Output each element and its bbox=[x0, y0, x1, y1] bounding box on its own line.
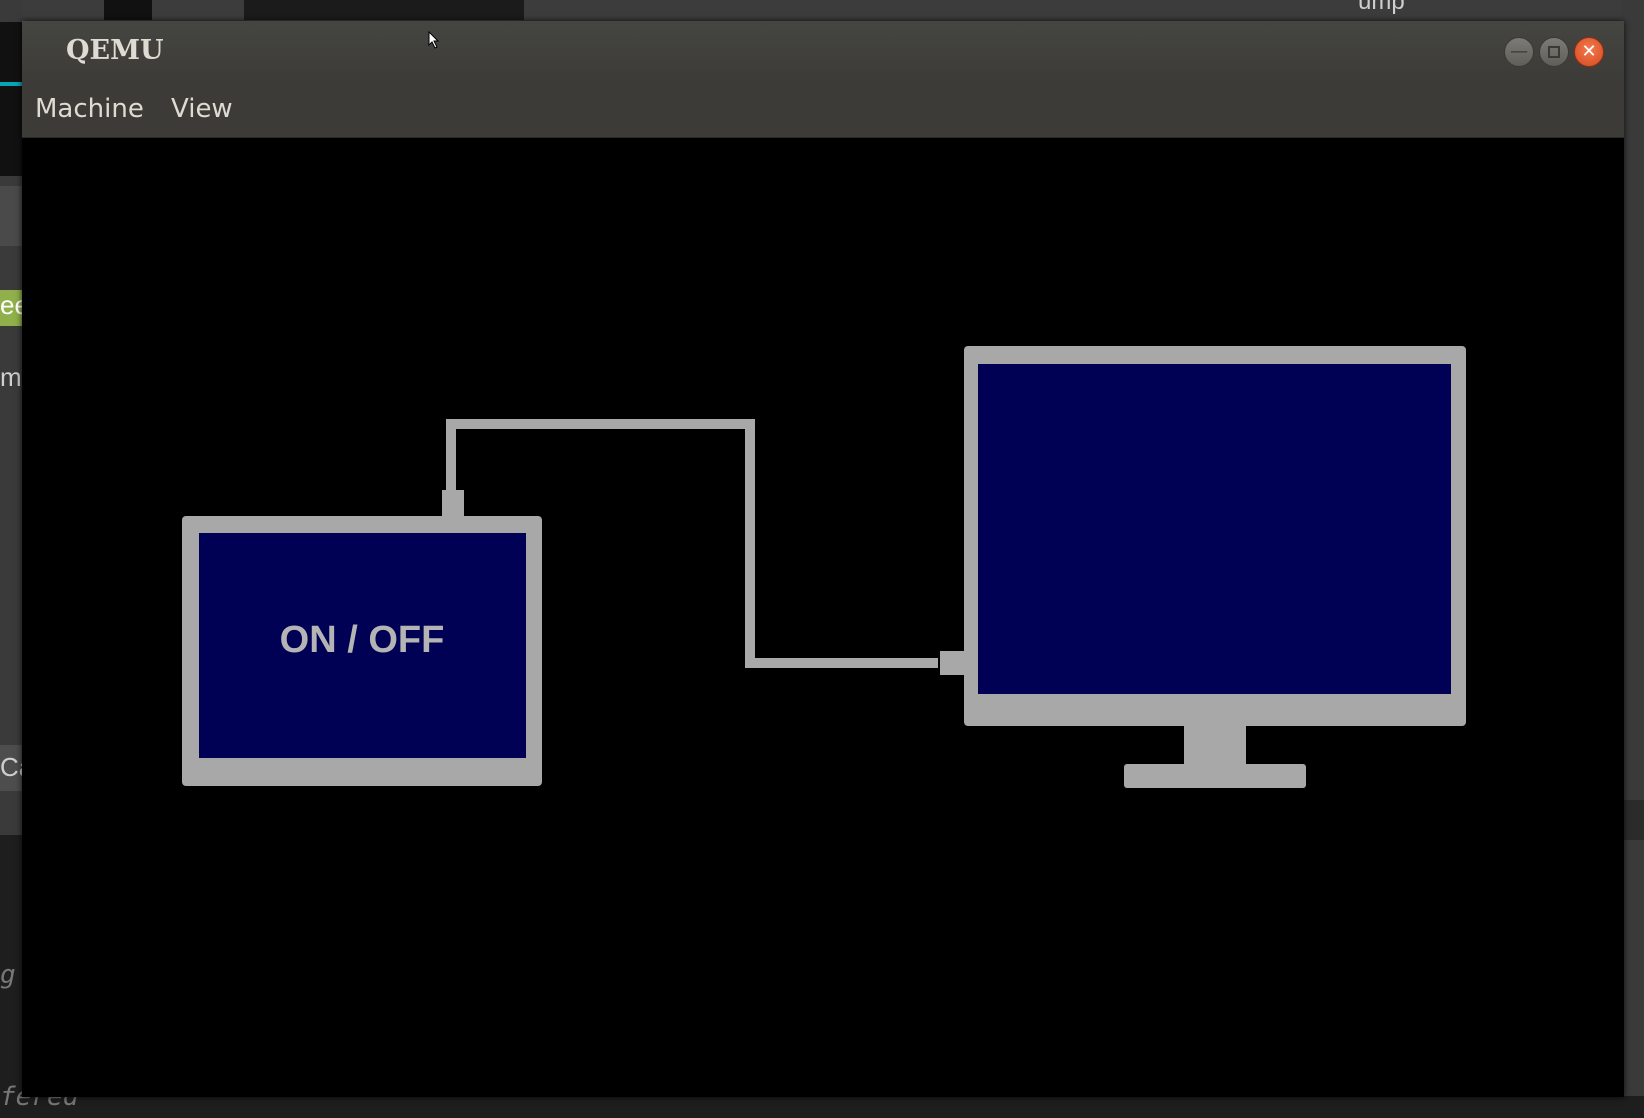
menu-machine[interactable]: Machine bbox=[35, 94, 144, 124]
background-strip bbox=[0, 86, 22, 176]
qemu-window: QEMU — ✕ Machine View ON / OFF bbox=[22, 21, 1624, 1097]
window-title: QEMU bbox=[66, 35, 164, 66]
background-top-bar: ump bbox=[0, 0, 1644, 22]
background-strip bbox=[0, 22, 22, 82]
maximize-icon bbox=[1548, 46, 1560, 58]
background-bottom-strip: fered bbox=[0, 1082, 1644, 1118]
background-panel bbox=[244, 0, 524, 20]
menu-view[interactable]: View bbox=[171, 94, 233, 124]
background-strip bbox=[1622, 0, 1644, 800]
background-icon bbox=[104, 0, 152, 20]
background-text-fragment: ump bbox=[1358, 0, 1405, 15]
monitor-base bbox=[1124, 764, 1306, 788]
minimize-button[interactable]: — bbox=[1504, 37, 1534, 67]
vm-display[interactable]: ON / OFF bbox=[22, 138, 1624, 1097]
background-text-fragment: ee bbox=[0, 290, 22, 320]
background-text-fragment: m bbox=[0, 362, 22, 392]
close-icon: ✕ bbox=[1581, 41, 1597, 62]
minimize-icon: — bbox=[1510, 41, 1528, 62]
monitor-graphic bbox=[964, 346, 1466, 788]
background-left-panel: ee m Ca g bbox=[0, 0, 22, 1118]
mouse-cursor-icon bbox=[428, 31, 440, 49]
vm-screen-graphic: ON / OFF bbox=[182, 346, 1466, 788]
monitor-screen bbox=[978, 364, 1451, 694]
close-button[interactable]: ✕ bbox=[1574, 37, 1604, 67]
power-switch[interactable]: ON / OFF bbox=[182, 516, 542, 786]
background-text-fragment: Ca bbox=[0, 752, 22, 782]
background-right-panel bbox=[1622, 0, 1644, 1118]
switch-label: ON / OFF bbox=[280, 619, 445, 661]
background-strip bbox=[0, 186, 22, 246]
title-bar[interactable]: QEMU — ✕ bbox=[22, 21, 1624, 83]
monitor-neck bbox=[1184, 726, 1246, 768]
background-strip bbox=[1622, 800, 1644, 840]
monitor-connector bbox=[940, 651, 966, 675]
switch-connector bbox=[442, 490, 464, 516]
background-text-fragment: g bbox=[0, 960, 16, 990]
menu-bar: Machine View bbox=[22, 83, 1624, 138]
maximize-button[interactable] bbox=[1539, 37, 1569, 67]
